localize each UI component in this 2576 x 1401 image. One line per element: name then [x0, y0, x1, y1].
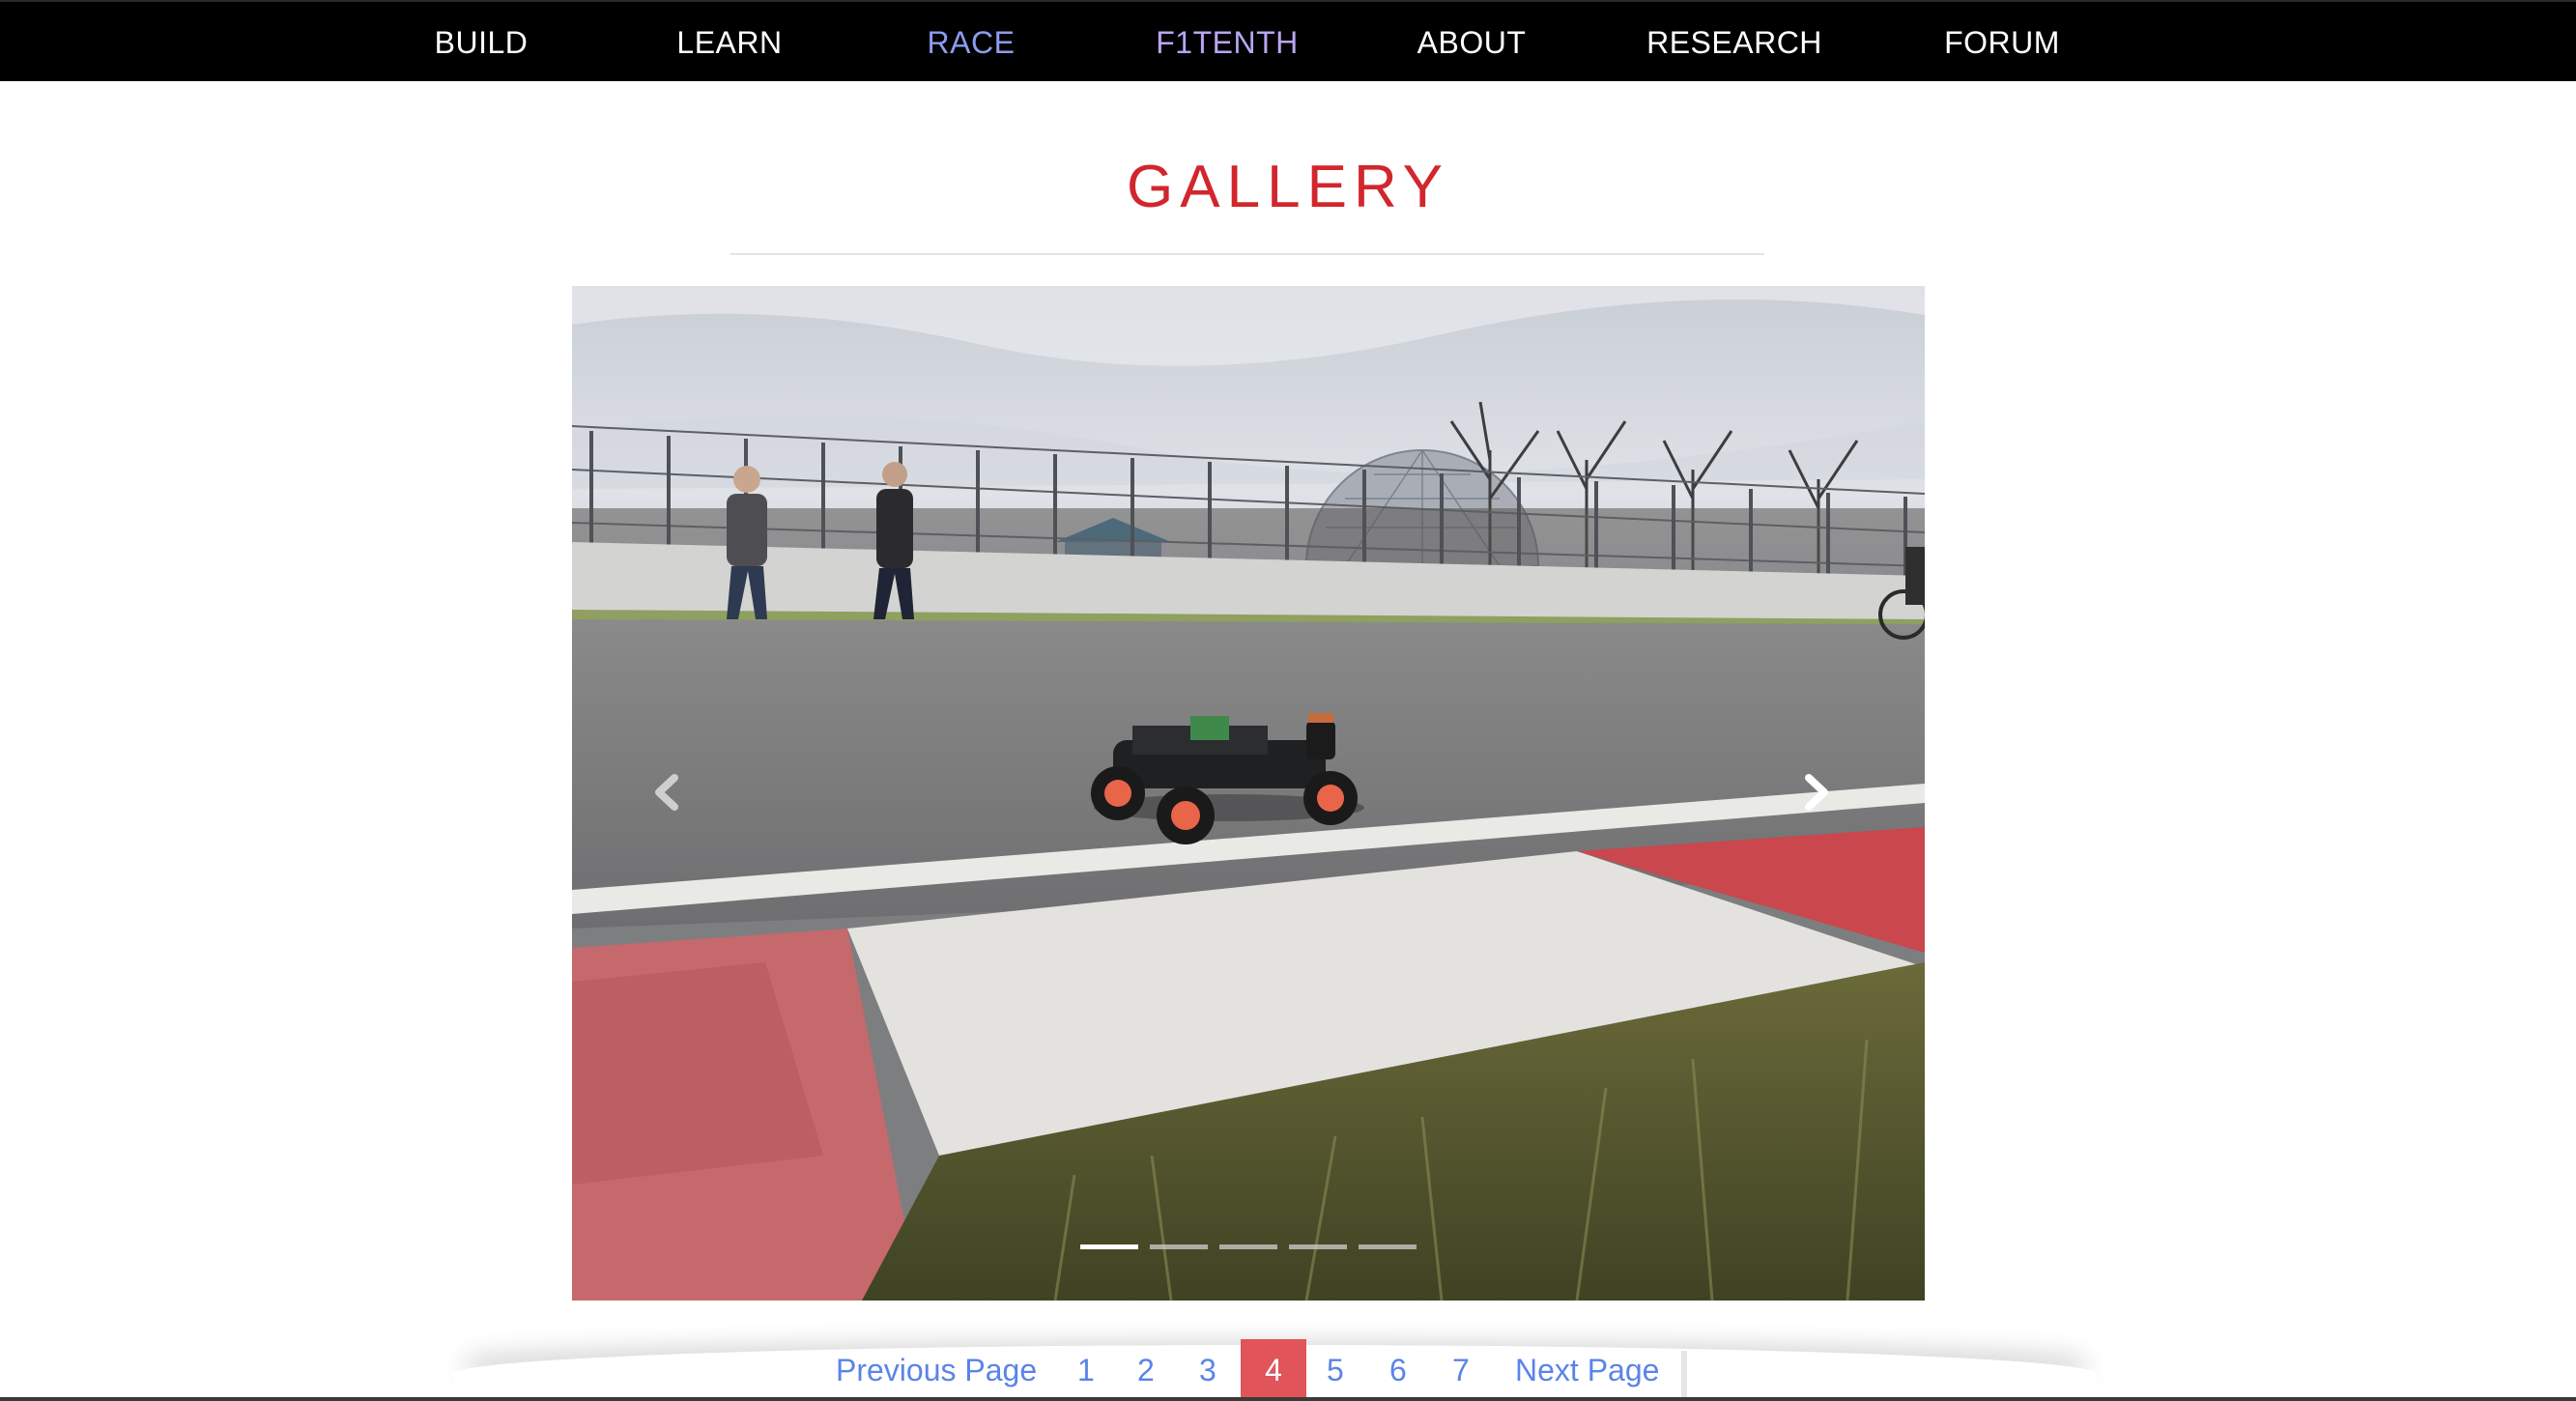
carousel-prev-button[interactable]	[638, 749, 696, 836]
pagination-divider	[1681, 1351, 1687, 1401]
page-link-5[interactable]: 5	[1327, 1339, 1344, 1401]
nav-race[interactable]: RACE	[928, 2, 1016, 83]
carousel-indicator[interactable]	[1289, 1244, 1347, 1249]
page-link-6[interactable]: 6	[1389, 1339, 1407, 1401]
page-link-3[interactable]: 3	[1199, 1339, 1216, 1401]
carousel-indicator[interactable]	[1219, 1244, 1277, 1249]
carousel-indicator[interactable]	[1359, 1244, 1417, 1249]
gallery-slide-image	[572, 286, 1925, 1301]
nav-learn[interactable]: LEARN	[676, 2, 782, 83]
gallery-carousel[interactable]	[572, 286, 1925, 1301]
window-bottom-edge	[0, 1397, 2576, 1401]
carousel-indicator[interactable]	[1150, 1244, 1208, 1249]
page-link-7[interactable]: 7	[1452, 1339, 1470, 1401]
nav-research[interactable]: RESEARCH	[1646, 2, 1822, 83]
next-page-link[interactable]: Next Page	[1515, 1339, 1659, 1401]
chevron-left-icon	[655, 774, 678, 811]
previous-page-link[interactable]: Previous Page	[836, 1339, 1037, 1401]
carousel-next-button[interactable]	[1788, 749, 1846, 836]
nav-forum[interactable]: FORUM	[1944, 2, 2060, 83]
chevron-right-icon	[1805, 774, 1828, 811]
top-nav: BUILD LEARN RACE F1TENTH ABOUT RESEARCH …	[0, 0, 2576, 81]
page-link-1[interactable]: 1	[1077, 1339, 1095, 1401]
nav-f1tenth[interactable]: F1TENTH	[1156, 2, 1299, 83]
title-divider	[730, 253, 1764, 255]
carousel-indicator[interactable]	[1080, 1244, 1138, 1249]
page-title: GALLERY	[1127, 154, 1449, 220]
page-link-2[interactable]: 2	[1137, 1339, 1155, 1401]
nav-about[interactable]: ABOUT	[1417, 2, 1527, 83]
nav-build[interactable]: BUILD	[435, 2, 529, 83]
page-link-4-current[interactable]: 4	[1241, 1339, 1306, 1401]
